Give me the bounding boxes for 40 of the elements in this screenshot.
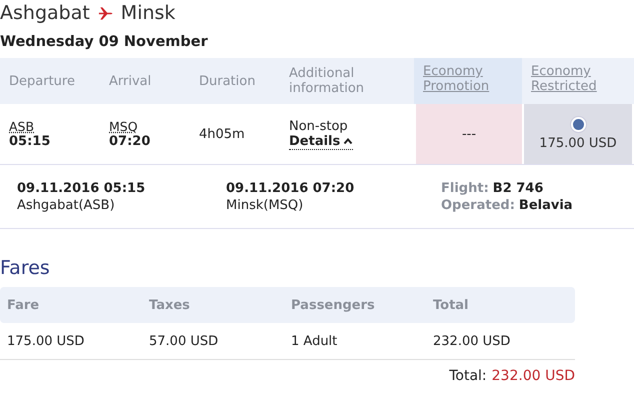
departure-datetime: 09.11.2016 05:15 (17, 180, 146, 196)
fare-price: 175.00 USD (539, 136, 617, 151)
arrival-time: 07:20 (109, 134, 152, 149)
departure-airport: Ashgabat(ASB) (17, 198, 116, 212)
stops-text: Non-stop (289, 118, 349, 134)
fare-class-link[interactable]: Economy Restricted (522, 58, 632, 104)
info-value: Belavia (518, 198, 573, 212)
flight-duration: 4h05m (199, 126, 246, 142)
column-header: Passengers (291, 298, 376, 312)
table-cell-text: 57.00 USD (149, 334, 220, 348)
caret-icon (343, 136, 354, 146)
column-header: Departure (8, 72, 76, 90)
table-cell-text: 1 Adult (291, 334, 338, 348)
column-header: Arrival (108, 72, 152, 90)
departure-time: 05:15 (9, 134, 52, 149)
table-cell-text: 232.00 USD (433, 334, 512, 348)
info-value: B2 746 (492, 180, 544, 196)
arrival-airport: Minsk(MSQ) (226, 198, 304, 212)
column-header: Taxes (149, 298, 191, 312)
airport-code: MSQ (109, 119, 139, 134)
total-amount: 232.00 USD (492, 368, 575, 384)
origin-city: Ashgabat (0, 2, 90, 24)
fare-class-link[interactable]: Economy Promotion (414, 58, 522, 104)
details-link[interactable]: Details (289, 134, 354, 150)
column-header: Duration (198, 72, 256, 90)
flight-date: Wednesday 09 November (0, 34, 209, 50)
column-header: Total (433, 298, 470, 312)
unavailable-text: --- (462, 126, 476, 142)
radio-button[interactable] (570, 117, 586, 132)
total-label: Total: (449, 368, 487, 384)
info-label: Operated: (441, 198, 515, 212)
info-label: Flight: (441, 180, 489, 196)
column-header: Fare (7, 298, 40, 312)
section-title: Fares (0, 257, 51, 279)
airport-code: ASB (9, 119, 36, 134)
airplane-icon (98, 6, 113, 20)
table-cell-text: 175.00 USD (7, 334, 86, 348)
destination-city: Minsk (120, 2, 176, 24)
column-header: Additional information (288, 65, 366, 98)
arrival-datetime: 09.11.2016 07:20 (226, 180, 356, 196)
